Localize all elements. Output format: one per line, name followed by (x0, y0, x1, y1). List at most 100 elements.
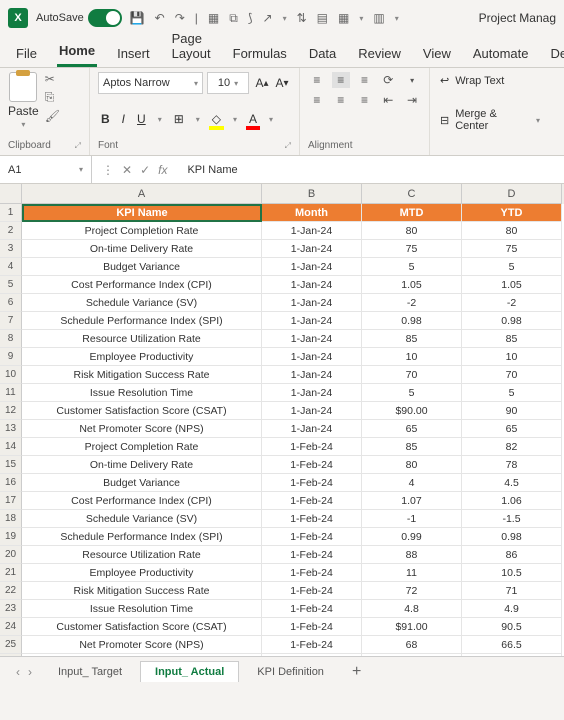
underline-button[interactable]: U (134, 110, 149, 128)
cell-kpi[interactable]: Project Completion Rate (22, 654, 262, 656)
cell-kpi[interactable]: Schedule Variance (SV) (22, 294, 262, 312)
align-center-icon[interactable]: ≡ (332, 92, 350, 108)
cell-ytd[interactable]: 10 (462, 348, 562, 366)
cell-mtd[interactable]: 0.98 (362, 312, 462, 330)
tab-home[interactable]: Home (57, 37, 97, 67)
cell-ytd[interactable]: 4.5 (462, 474, 562, 492)
cell-mtd[interactable]: 1.05 (362, 276, 462, 294)
cell-mtd[interactable]: 4 (362, 474, 462, 492)
row-header[interactable]: 12 (0, 402, 22, 420)
cell-kpi[interactable]: Schedule Performance Index (SPI) (22, 312, 262, 330)
cell-month[interactable]: 1-Feb-24 (262, 510, 362, 528)
align-top-icon[interactable]: ≡ (308, 72, 326, 88)
row-header[interactable]: 6 (0, 294, 22, 312)
cell-ytd[interactable]: 90.5 (462, 618, 562, 636)
row-header[interactable]: 17 (0, 492, 22, 510)
row-header[interactable]: 25 (0, 636, 22, 654)
formula-bar[interactable]: KPI Name (177, 164, 564, 176)
select-all-corner[interactable] (0, 184, 22, 204)
tab-file[interactable]: File (14, 40, 39, 67)
row-header[interactable]: 15 (0, 456, 22, 474)
cell-kpi[interactable]: Budget Variance (22, 258, 262, 276)
cell-ytd[interactable]: 1.06 (462, 492, 562, 510)
orientation-icon[interactable]: ⟳ (379, 72, 397, 88)
header-cell-ytd[interactable]: YTD (462, 204, 562, 222)
autosave-toggle[interactable]: AutoSave (36, 9, 122, 27)
cell-mtd[interactable]: 75 (362, 240, 462, 258)
merge-center-button[interactable]: ⊟Merge & Center▾ (438, 106, 542, 134)
cell-ytd[interactable]: -1.5 (462, 510, 562, 528)
dropdown-icon[interactable]: ▾ (283, 14, 287, 23)
cell-month[interactable]: 1-Feb-24 (262, 456, 362, 474)
cell-ytd[interactable]: 5 (462, 384, 562, 402)
grid-icon[interactable]: ▦ (208, 11, 219, 25)
cell-ytd[interactable]: 1.05 (462, 276, 562, 294)
cell-kpi[interactable]: Cost Performance Index (CPI) (22, 276, 262, 294)
format-painter-icon[interactable]: 🖌 (45, 109, 60, 123)
col-header-c[interactable]: C (362, 184, 462, 204)
cell-ytd[interactable]: 10.5 (462, 564, 562, 582)
dropdown-icon[interactable]: ⋮ (102, 163, 114, 177)
qat-customize-icon[interactable]: ▾ (395, 14, 399, 23)
cell-kpi[interactable]: Net Promoter Score (NPS) (22, 636, 262, 654)
cell-month[interactable]: 1-Feb-24 (262, 438, 362, 456)
cell-ytd[interactable]: 85 (462, 654, 562, 656)
row-header[interactable]: 20 (0, 546, 22, 564)
cell-ytd[interactable]: 4.9 (462, 600, 562, 618)
cell-ytd[interactable]: 71 (462, 582, 562, 600)
cell-month[interactable]: 1-Jan-24 (262, 312, 362, 330)
wrap-text-button[interactable]: ↩Wrap Text (438, 72, 542, 89)
col-header-b[interactable]: B (262, 184, 362, 204)
prev-sheet-icon[interactable]: ‹ (16, 665, 20, 679)
cell-month[interactable]: 1-Jan-24 (262, 420, 362, 438)
sort-icon[interactable]: ⇅ (297, 11, 307, 25)
cell-month[interactable]: 1-Feb-24 (262, 474, 362, 492)
align-bottom-icon[interactable]: ≡ (356, 72, 374, 88)
italic-button[interactable]: I (119, 110, 128, 128)
cell-ytd[interactable]: 5 (462, 258, 562, 276)
bold-button[interactable]: B (98, 110, 113, 128)
paste-button[interactable]: Paste ▾ (8, 72, 39, 129)
cell-mtd[interactable]: 72 (362, 582, 462, 600)
cell-mtd[interactable]: -2 (362, 294, 462, 312)
row-header[interactable]: 8 (0, 330, 22, 348)
tab-view[interactable]: View (421, 40, 453, 67)
sheet-tab-kpi-definition[interactable]: KPI Definition (243, 662, 338, 682)
col-header-a[interactable]: A (22, 184, 262, 204)
cell-month[interactable]: 1-Jan-24 (262, 330, 362, 348)
toggle-on-icon[interactable] (88, 9, 122, 27)
cell-month[interactable]: 1-Jan-24 (262, 366, 362, 384)
undo-icon[interactable]: ↶ (155, 11, 165, 25)
fx-icon[interactable]: fx (158, 163, 167, 177)
cell-kpi[interactable]: On-time Delivery Rate (22, 240, 262, 258)
cell-mtd[interactable]: 5 (362, 384, 462, 402)
cell-month[interactable]: 1-Feb-24 (262, 564, 362, 582)
cell-ytd[interactable]: 90 (462, 402, 562, 420)
save-icon[interactable]: 💾 (130, 11, 145, 25)
cell-month[interactable]: 1-Jan-24 (262, 276, 362, 294)
sheet-tab-input-actual[interactable]: Input_ Actual (140, 661, 239, 682)
row-header[interactable]: 18 (0, 510, 22, 528)
row-header[interactable]: 7 (0, 312, 22, 330)
cell-month[interactable]: 1-Feb-24 (262, 618, 362, 636)
row-header[interactable]: 5 (0, 276, 22, 294)
font-color-button[interactable]: A (246, 110, 260, 128)
row-header[interactable]: 9 (0, 348, 22, 366)
row-header[interactable]: 21 (0, 564, 22, 582)
cell-mtd[interactable]: 10 (362, 348, 462, 366)
dropdown2-icon[interactable]: ▾ (359, 14, 363, 23)
cell-mtd[interactable]: 80 (362, 222, 462, 240)
launcher-icon[interactable]: ⤢ (75, 141, 81, 151)
tab-developer[interactable]: Devel (549, 40, 564, 67)
name-box[interactable]: A1▾ (0, 156, 92, 183)
row-header[interactable]: 3 (0, 240, 22, 258)
cell-kpi[interactable]: Employee Productivity (22, 564, 262, 582)
row-header[interactable]: 23 (0, 600, 22, 618)
cell-month[interactable]: 1-Jan-24 (262, 384, 362, 402)
launcher-icon[interactable]: ⤢ (285, 141, 291, 151)
cell-kpi[interactable]: On-time Delivery Rate (22, 456, 262, 474)
cell-kpi[interactable]: Net Promoter Score (NPS) (22, 420, 262, 438)
row-header[interactable]: 4 (0, 258, 22, 276)
cell-kpi[interactable]: Budget Variance (22, 474, 262, 492)
cell-month[interactable]: 1-Feb-24 (262, 582, 362, 600)
